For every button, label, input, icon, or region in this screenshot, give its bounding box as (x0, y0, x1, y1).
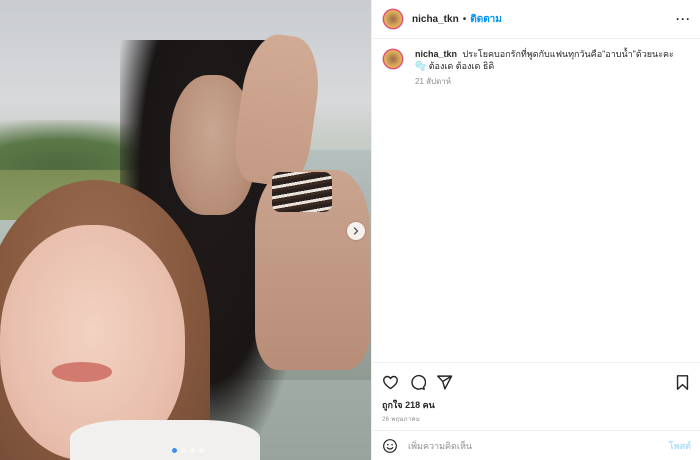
like-button[interactable] (382, 374, 399, 391)
action-section: ถูกใจ 218 คน 26 พฤษภาคม (372, 362, 700, 424)
emoji-icon (383, 438, 397, 453)
photo-woman-lips (52, 362, 112, 382)
emoji-button[interactable] (382, 438, 398, 454)
post-comment-button[interactable]: โพสต์ (669, 439, 691, 453)
slide-dot (190, 448, 195, 453)
heart-icon (383, 375, 398, 389)
post-header: nicha_tkn • ติดตาม ··· (372, 0, 700, 39)
photo-bracelets (272, 172, 332, 212)
slide-dot (172, 448, 177, 453)
share-icon (437, 374, 453, 390)
comment-input[interactable] (406, 439, 669, 452)
share-button[interactable] (436, 374, 453, 391)
comment-icon (411, 374, 426, 390)
header-username[interactable]: nicha_tkn (412, 14, 459, 25)
caption-username[interactable]: nicha_tkn (415, 49, 457, 59)
post-photo[interactable] (0, 0, 371, 460)
caption-avatar[interactable] (382, 48, 404, 70)
caption: nicha_tkn ประโยคบอกรักที่พูดกับแฟนทุกวัน… (372, 39, 700, 88)
caption-body: nicha_tkn ประโยคบอกรักที่พูดกับแฟนทุกวัน… (415, 48, 680, 88)
save-button[interactable] (674, 374, 691, 391)
chevron-right-icon (353, 227, 359, 235)
comment-bar: โพสต์ (372, 430, 700, 460)
caption-timestamp[interactable]: 21 สัปดาห์ (415, 76, 680, 88)
comment-button[interactable] (409, 374, 426, 391)
next-slide-button[interactable] (347, 222, 365, 240)
header-separator: • (462, 13, 467, 25)
more-options-button[interactable]: ··· (676, 12, 691, 26)
photo-shirt (70, 420, 260, 460)
slide-dot (181, 448, 186, 453)
avatar[interactable] (382, 8, 404, 30)
post-date: 26 พฤษภาคม (382, 417, 421, 423)
slide-indicator (172, 448, 204, 453)
likes-count[interactable]: ถูกใจ 218 คน (372, 392, 700, 412)
slide-dot (199, 448, 204, 453)
follow-button[interactable]: ติดตาม (470, 12, 502, 27)
action-bar (372, 363, 700, 392)
post-sidebar: nicha_tkn • ติดตาม ··· nicha_tkn ประโยคบ… (371, 0, 700, 460)
bookmark-icon (676, 374, 689, 390)
